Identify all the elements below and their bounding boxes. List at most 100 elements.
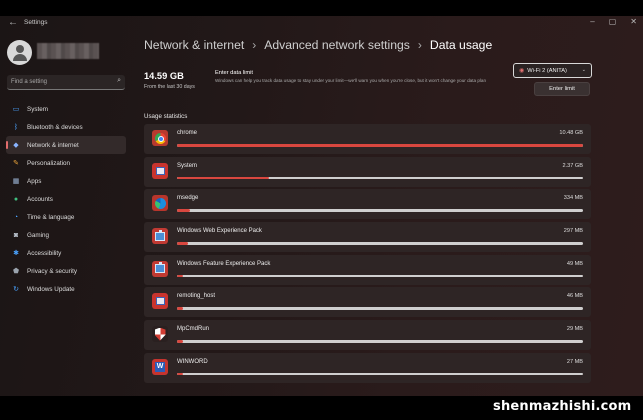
bluetooth-icon: ᛒ — [13, 123, 19, 131]
usage-list: chrome 10.48 GB System 2.37 GB msedge 334 MB W… — [144, 124, 591, 386]
usage-row[interactable]: MpCmdRun 29 MB — [144, 320, 591, 351]
sidebar-item-system[interactable]: ▭ System — [6, 100, 126, 118]
total-usage-value: 14.59 GB — [144, 71, 184, 81]
breadcrumb: Network & internet › Advanced network se… — [144, 38, 492, 52]
page-title: Data usage — [429, 38, 493, 52]
sidebar-item-label: System — [27, 105, 48, 113]
gamepad-icon: ◙ — [13, 231, 19, 239]
usage-row[interactable]: remoting_host 46 MB — [144, 287, 591, 318]
network-select[interactable]: ◉ Wi-Fi 2 (ANITA) ⌄ — [513, 63, 592, 78]
usage-bar-track — [177, 307, 583, 310]
app-usage-size: 27 MB — [566, 358, 583, 365]
enter-limit-button[interactable]: Enter limit — [534, 82, 590, 96]
update-icon: ↻ — [13, 286, 19, 293]
back-arrow-icon[interactable]: ← — [8, 17, 18, 28]
sidebar-item-label: Bluetooth & devices — [27, 123, 83, 131]
shield-icon: ⬟ — [12, 268, 20, 275]
usage-row[interactable]: msedge 334 MB — [144, 189, 591, 220]
usage-bar-track — [177, 274, 583, 278]
usage-bar-fill — [177, 176, 269, 180]
usage-bar-track — [177, 242, 583, 245]
sidebar-item-label: Network & internet — [27, 141, 79, 149]
usage-bar-fill — [177, 340, 184, 343]
usage-row[interactable]: Windows Feature Experience Pack 49 MB — [144, 254, 591, 285]
total-usage: 14.59 GB From the last 30 days — [144, 71, 195, 90]
usage-row[interactable]: chrome 10.48 GB — [144, 124, 591, 154]
sidebar-item-label: Windows Update — [27, 285, 75, 293]
usage-bar-track — [177, 372, 583, 376]
system-icon — [152, 162, 168, 179]
search-icon[interactable]: ⌕ — [117, 77, 121, 85]
app-name: MpCmdRun — [177, 326, 210, 333]
usage-row[interactable]: W WINWORD 27 MB — [144, 352, 591, 383]
sidebar-item-gaming[interactable]: ◙ Gaming — [6, 226, 126, 244]
app-name: System — [177, 162, 198, 169]
data-limit-description: Windows can help you track data usage to… — [215, 78, 486, 83]
usage-row[interactable]: System 2.37 GB — [144, 156, 591, 187]
sidebar-item-network-internet[interactable]: ◆ Network & internet — [6, 136, 126, 154]
sidebar-item-time-language[interactable]: ◔ Time & language — [6, 208, 126, 226]
sidebar-item-label: Time & language — [27, 213, 75, 221]
sidebar-item-accessibility[interactable]: ✱ Accessibility — [6, 244, 126, 262]
usage-bar-fill — [177, 274, 184, 278]
edge-icon — [152, 195, 168, 212]
usage-bar-fill — [177, 209, 190, 212]
app-usage-size: 297 MB — [563, 228, 583, 235]
title-bar: ← Settings – ▢ ✕ — [0, 16, 643, 32]
app-name: chrome — [177, 130, 198, 136]
user-name-blurred — [37, 43, 99, 59]
breadcrumb-separator-icon: › — [417, 38, 422, 52]
usage-bar-fill — [177, 242, 189, 245]
app-name: msedge — [177, 195, 199, 202]
network-select-value: Wi-Fi 2 (ANITA) — [527, 67, 567, 74]
breadcrumb-advanced-network-settings[interactable]: Advanced network settings — [264, 38, 410, 52]
usage-bar-track — [177, 176, 583, 180]
breadcrumb-separator-icon: › — [252, 38, 257, 52]
maximize-icon[interactable]: ▢ — [609, 17, 617, 26]
usage-bar-fill — [177, 144, 583, 147]
chevron-down-icon: ⌄ — [581, 67, 586, 73]
sidebar-nav: ▭ System ᛒ Bluetooth & devices ◆ Network & in… — [6, 100, 126, 298]
sidebar-item-accounts[interactable]: ● Accounts — [6, 190, 126, 208]
usage-bar-track — [177, 144, 583, 147]
close-icon[interactable]: ✕ — [630, 17, 637, 26]
chrome-icon — [152, 130, 168, 146]
usage-bar-track — [177, 340, 583, 343]
search-input[interactable]: Find a setting ⌕ — [7, 75, 125, 90]
brush-icon: ✎ — [13, 160, 19, 167]
sidebar-item-windows-update[interactable]: ↻ Windows Update — [6, 280, 126, 298]
sidebar-item-label: Personalization — [27, 159, 71, 167]
sidebar-item-label: Accounts — [27, 195, 53, 203]
sidebar-item-bluetooth-devices[interactable]: ᛒ Bluetooth & devices — [6, 118, 126, 136]
remote-icon — [152, 293, 168, 310]
usage-row[interactable]: Windows Web Experience Pack 297 MB — [144, 222, 591, 253]
sidebar-item-personalization[interactable]: ✎ Personalization — [6, 154, 126, 172]
app-usage-size: 49 MB — [566, 260, 583, 267]
usage-bar-fill — [177, 307, 184, 310]
person-icon: ● — [13, 195, 19, 203]
sidebar-item-label: Gaming — [27, 231, 50, 239]
top-letterbox — [0, 0, 643, 16]
total-usage-period: From the last 30 days — [144, 84, 195, 90]
app-name: remoting_host — [177, 293, 216, 300]
app-usage-size: 10.48 GB — [559, 130, 583, 136]
monitor-icon: ▭ — [12, 106, 20, 113]
apps-icon: ▦ — [12, 178, 20, 185]
sidebar-item-privacy-security[interactable]: ⬟ Privacy & security — [6, 262, 126, 280]
sidebar-item-label: Apps — [27, 177, 42, 185]
app-name: Windows Web Experience Pack — [177, 228, 262, 235]
sidebar-item-label: Privacy & security — [27, 267, 78, 275]
search-placeholder: Find a setting — [11, 79, 48, 85]
user-avatar-icon[interactable] — [7, 40, 32, 65]
package-icon — [152, 228, 168, 245]
breadcrumb-network-internet[interactable]: Network & internet — [144, 38, 244, 52]
sidebar-item-apps[interactable]: ▦ Apps — [6, 172, 126, 190]
app-usage-size: 46 MB — [566, 293, 583, 300]
minimize-icon[interactable]: – — [590, 17, 594, 26]
usage-statistics-title: Usage statistics — [144, 113, 188, 120]
watermark: shenmazhishi.com — [493, 399, 632, 414]
app-name: WINWORD — [177, 358, 208, 365]
app-name: Windows Feature Experience Pack — [177, 260, 271, 267]
wifi-icon: ◉ — [519, 68, 525, 74]
network-icon: ◆ — [13, 142, 19, 149]
